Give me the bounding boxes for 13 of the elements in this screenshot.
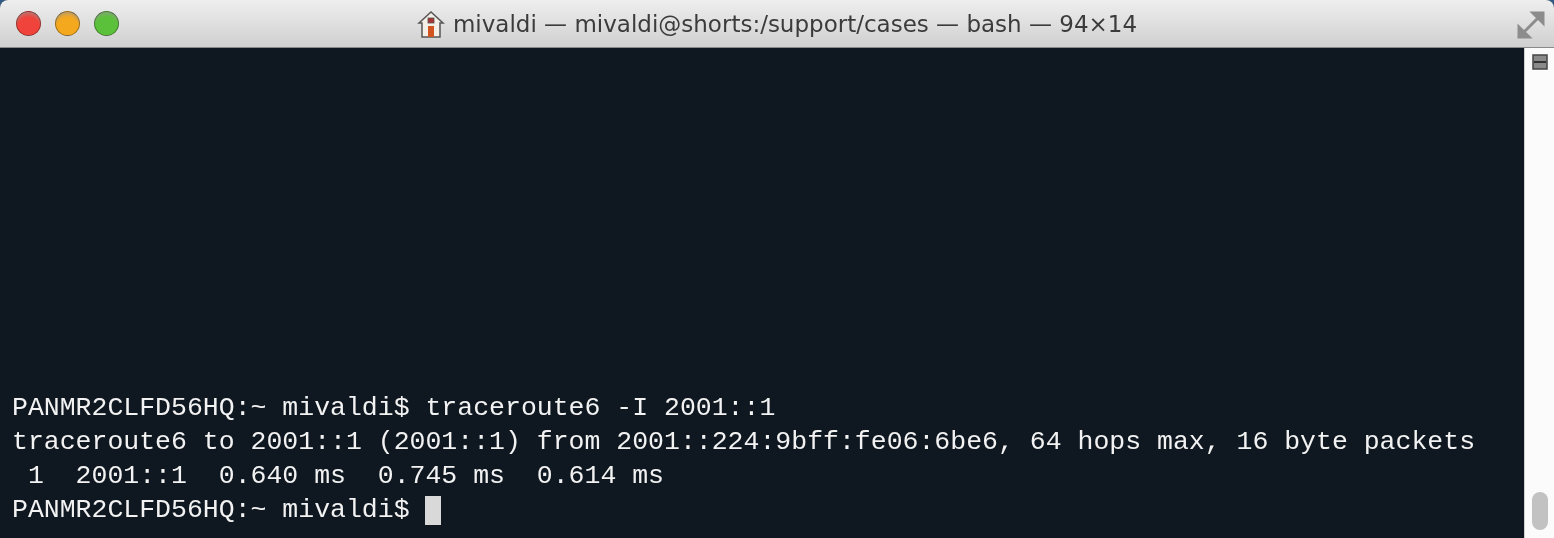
scroll-thumb[interactable]	[1531, 492, 1548, 530]
house-icon	[416, 8, 445, 39]
close-button[interactable]	[16, 11, 41, 36]
terminal-line: PANMR2CLFD56HQ:~ mivaldi$ traceroute6 -I 2001::1	[12, 392, 776, 425]
terminal-line: traceroute6 to 2001::1 (2001::1) from 2001::224:9bff:fe06:6be6, 64 hops max, 16 byte packets	[12, 426, 1476, 459]
terminal-line: 1 2001::1 0.640 ms 0.745 ms 0.614 ms	[26, 460, 664, 493]
minimize-button[interactable]	[55, 11, 80, 36]
scroll-bar[interactable]	[1524, 48, 1554, 538]
zoom-button[interactable]	[94, 11, 119, 36]
fullscreen-icon[interactable]	[1516, 10, 1546, 40]
window-title: mivaldi — mivaldi@shorts:/support/cases — bash — 94×14	[452, 10, 1138, 37]
split-pane-icon[interactable]	[1531, 54, 1548, 70]
terminal-line: PANMR2CLFD56HQ:~ mivaldi$	[12, 494, 411, 527]
